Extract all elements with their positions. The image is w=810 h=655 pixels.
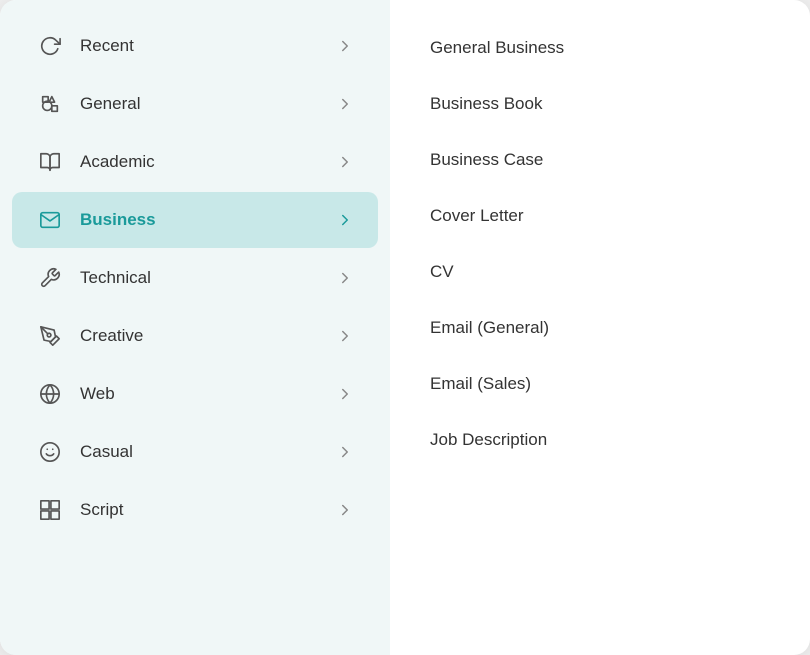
chevron-icon-casual — [336, 443, 354, 461]
chevron-icon-script — [336, 501, 354, 519]
sidebar-item-technical[interactable]: Technical — [12, 250, 378, 306]
sidebar-item-label-academic: Academic — [80, 152, 336, 172]
content-item-6[interactable]: Email (Sales) — [430, 356, 770, 412]
sidebar-item-label-casual: Casual — [80, 442, 336, 462]
business-icon — [36, 206, 64, 234]
sidebar-item-casual[interactable]: Casual — [12, 424, 378, 480]
sidebar-item-label-script: Script — [80, 500, 336, 520]
content-item-4[interactable]: CV — [430, 244, 770, 300]
content-item-5[interactable]: Email (General) — [430, 300, 770, 356]
academic-icon — [36, 148, 64, 176]
content-item-0[interactable]: General Business — [430, 20, 770, 76]
sidebar-item-script[interactable]: Script — [12, 482, 378, 538]
chevron-icon-recent — [336, 37, 354, 55]
sidebar-item-label-recent: Recent — [80, 36, 336, 56]
recent-icon — [36, 32, 64, 60]
sidebar-item-label-technical: Technical — [80, 268, 336, 288]
chevron-icon-academic — [336, 153, 354, 171]
technical-icon — [36, 264, 64, 292]
casual-icon — [36, 438, 64, 466]
creative-icon — [36, 322, 64, 350]
general-icon — [36, 90, 64, 118]
sidebar-item-creative[interactable]: Creative — [12, 308, 378, 364]
sidebar-item-general[interactable]: General — [12, 76, 378, 132]
web-icon — [36, 380, 64, 408]
sidebar-item-label-web: Web — [80, 384, 336, 404]
chevron-icon-web — [336, 385, 354, 403]
content-item-1[interactable]: Business Book — [430, 76, 770, 132]
content-item-2[interactable]: Business Case — [430, 132, 770, 188]
content-panel: General Business Business Book Business … — [390, 0, 810, 655]
chevron-icon-technical — [336, 269, 354, 287]
main-container: Recent General Academic — [0, 0, 810, 655]
chevron-icon-creative — [336, 327, 354, 345]
sidebar-item-web[interactable]: Web — [12, 366, 378, 422]
chevron-icon-general — [336, 95, 354, 113]
content-item-3[interactable]: Cover Letter — [430, 188, 770, 244]
sidebar-item-recent[interactable]: Recent — [12, 18, 378, 74]
sidebar-item-label-creative: Creative — [80, 326, 336, 346]
content-item-7[interactable]: Job Description — [430, 412, 770, 468]
sidebar-item-business[interactable]: Business — [12, 192, 378, 248]
chevron-icon-business — [336, 211, 354, 229]
sidebar-item-label-business: Business — [80, 210, 336, 230]
sidebar-item-academic[interactable]: Academic — [12, 134, 378, 190]
sidebar: Recent General Academic — [0, 0, 390, 655]
sidebar-item-label-general: General — [80, 94, 336, 114]
script-icon — [36, 496, 64, 524]
